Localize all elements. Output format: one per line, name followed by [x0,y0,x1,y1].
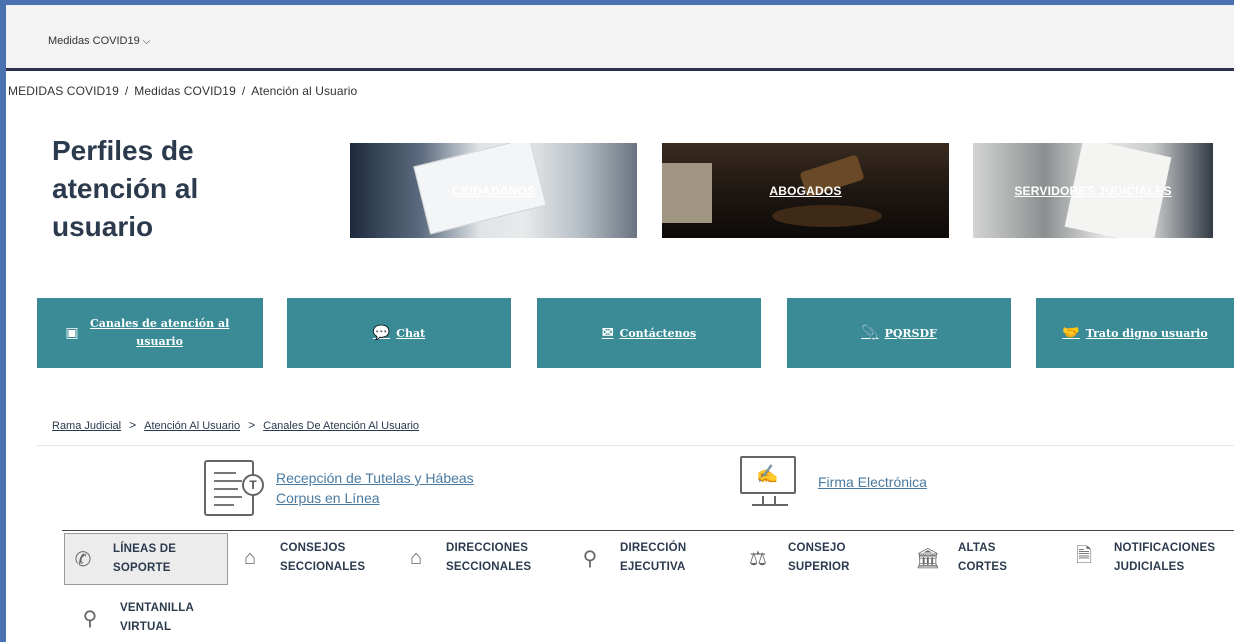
nav-direcciones-seccionales[interactable]: ⌂ DIRECCIONES SECCIONALES [398,539,531,577]
notification-document-icon: 🗎 [1075,545,1093,567]
tutelas-link-line2[interactable]: Corpus en Línea [276,488,474,508]
chevron-down-icon: ⌵ [142,36,151,47]
profile-card-label: SERVIDORES JUDICIALES [1014,183,1172,198]
breadcrumb-item: Atención al Usuario [251,84,358,98]
monitor-signature-icon: ✍ [740,456,796,506]
window-frame-left [0,0,6,642]
chat-button[interactable]: 💬 Chat [287,298,511,368]
trato-digno-button[interactable]: 🤝 Trato digno usuario [1036,298,1234,368]
nav-label-line2: SECCIONALES [280,561,366,573]
nav-label-line1: DIRECCIÓN [620,542,687,554]
tutelas-link-line1[interactable]: Recepción de Tutelas y Hábeas [276,468,474,488]
chat-bubble-icon: 💬 [372,325,391,341]
breadcrumb-separator: / [124,84,129,98]
nav-label-line2: JUDICIALES [1114,561,1185,573]
nav-label-line2: CORTES [958,561,1008,573]
breadcrumb-item[interactable]: MEDIDAS COVID19 [8,84,119,98]
button-label: Trato digno usuario [1085,326,1208,340]
nav-label-line1: CONSEJOS [280,542,346,554]
firma-electronica-link[interactable]: ✍ Firma Electrónica [740,456,927,506]
covid-measures-menu-label: Medidas COVID19 [48,35,140,47]
nav-label-line1: VENTANILLA [120,602,194,614]
building-icon: ⌂ [243,546,257,569]
paperclip-icon: 📎 [861,325,879,341]
breadcrumb-link[interactable]: Atención Al Usuario [144,420,240,432]
nav-altas-cortes[interactable]: 🏛 ALTAS CORTES [910,539,1007,577]
channels-navigation: ✆ LÍNEAS DE SOPORTE ⌂ CONSEJOS SECCIONAL… [62,530,1234,642]
profile-card-servidores[interactable]: SERVIDORES JUDICIALES [973,143,1213,238]
nav-notificaciones-judiciales[interactable]: 🗎 NOTIFICACIONES JUDICIALES [1066,539,1215,577]
nav-consejos-seccionales[interactable]: ⌂ CONSEJOS SECCIONALES [232,539,365,577]
books-image [662,163,712,223]
divider [37,445,1234,446]
house-icon: ⌂ [409,546,423,569]
breadcrumb-link[interactable]: Canales De Atención Al Usuario [263,420,419,432]
handshake-icon: 🤝 [1062,325,1080,341]
courthouse-icon: 🏛 [915,547,941,570]
pqrsdf-button[interactable]: 📎 PQRSDF [787,298,1011,368]
button-label: Chat [396,326,426,340]
breadcrumb-item[interactable]: Medidas COVID19 [134,84,236,98]
nav-label-line2: VIRTUAL [120,621,172,633]
document-t-icon: T [204,460,264,516]
nav-label-line1: LÍNEAS DE [113,543,177,555]
phone-icon: ✆ [74,548,92,571]
profile-card-abogados[interactable]: ABOGADOS [662,143,949,238]
profile-card-label: ABOGADOS [769,183,842,198]
nav-label-line1: ALTAS [958,542,996,554]
nav-label-line2: SUPERIOR [788,561,850,573]
nav-direccion-ejecutiva[interactable]: ⚲ DIRECCIÓN EJECUTIVA [572,539,686,577]
nav-label-line2: SECCIONALES [446,561,532,573]
scales-icon: ⚖ [749,547,767,570]
page-title: Perfiles de atención al usuario [52,135,199,242]
nav-label-line1: NOTIFICACIONES [1114,542,1216,554]
breadcrumb-inner: Rama Judicial > Atención Al Usuario > Canale… [52,418,419,432]
envelope-icon: ✉ [601,325,614,341]
breadcrumb-chevron-icon: > [248,418,256,432]
breadcrumb: MEDIDAS COVID19 / Medidas COVID19 / Atención… [8,84,357,98]
nav-consejo-superior[interactable]: ⚖ CONSEJO SUPERIOR [740,539,850,577]
breadcrumb-separator: / [241,84,246,98]
nav-label-line2: SOPORTE [113,562,171,574]
tutelas-link[interactable]: T Recepción de Tutelas y Hábeas Corpus e… [204,460,474,516]
button-label: Contáctenos [619,326,697,340]
gavel-block-image [772,205,882,227]
nav-label-line1: CONSEJO [788,542,846,554]
profile-card-ciudadanos[interactable]: CIUDADANOS [350,143,637,238]
nav-label-line2: EJECUTIVA [620,561,686,573]
contactenos-button[interactable]: ✉ Contáctenos [537,298,761,368]
breadcrumb-link[interactable]: Rama Judicial [52,420,121,432]
firma-electronica-label[interactable]: Firma Electrónica [818,472,927,492]
button-label: PQRSDF [884,326,937,340]
nav-ventanilla-virtual[interactable]: ⚲ VENTANILLA VIRTUAL [72,599,194,637]
profile-card-label: CIUDADANOS [451,183,536,198]
user-icon: ⚲ [82,607,98,630]
top-navigation-bar: Medidas COVID19 ⌵ [6,5,1234,71]
presentation-icon: ▣ [65,325,79,341]
canales-atencion-button[interactable]: ▣ Canales de atención al usuario [37,298,263,368]
nav-label-line1: DIRECCIONES [446,542,529,554]
breadcrumb-chevron-icon: > [129,418,137,432]
covid-measures-menu[interactable]: Medidas COVID19 ⌵ [48,35,150,47]
nav-lineas-soporte[interactable]: ✆ LÍNEAS DE SOPORTE [64,533,228,585]
button-label: Canales de atención al usuario [89,317,230,348]
user-icon: ⚲ [582,547,598,570]
